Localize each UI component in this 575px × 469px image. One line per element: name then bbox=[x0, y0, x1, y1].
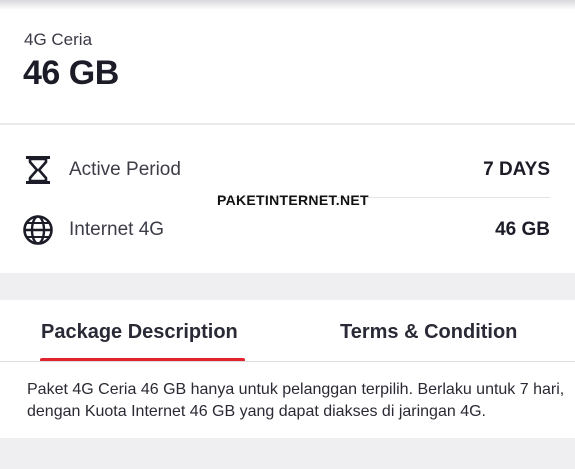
package-description-text: Paket 4G Ceria 46 GB hanya untuk pelangg… bbox=[27, 381, 565, 420]
hourglass-icon bbox=[22, 153, 54, 187]
watermark: PAKETINTERNET.NET bbox=[217, 192, 369, 208]
package-header-card: 4G Ceria 46 GB bbox=[0, 10, 575, 123]
description-panel: Paket 4G Ceria 46 GB hanya untuk pelangg… bbox=[0, 362, 575, 438]
tab-bar: Package Description Terms & Condition bbox=[0, 300, 575, 362]
package-size: 46 GB bbox=[23, 54, 119, 92]
top-shadow bbox=[0, 0, 575, 10]
internet-value: 46 GB bbox=[495, 219, 550, 240]
active-period-value: 7 DAYS bbox=[483, 159, 550, 180]
internet-row: Internet 4G 46 GB bbox=[0, 211, 575, 251]
globe-icon bbox=[22, 213, 54, 247]
active-period-row: Active Period 7 DAYS bbox=[0, 151, 575, 191]
tab-package-description[interactable]: Package Description bbox=[41, 321, 238, 344]
active-period-label: Active Period bbox=[69, 159, 181, 180]
tab-terms-condition[interactable]: Terms & Condition bbox=[340, 321, 517, 344]
internet-label: Internet 4G bbox=[69, 219, 165, 240]
package-name: 4G Ceria bbox=[24, 30, 93, 49]
